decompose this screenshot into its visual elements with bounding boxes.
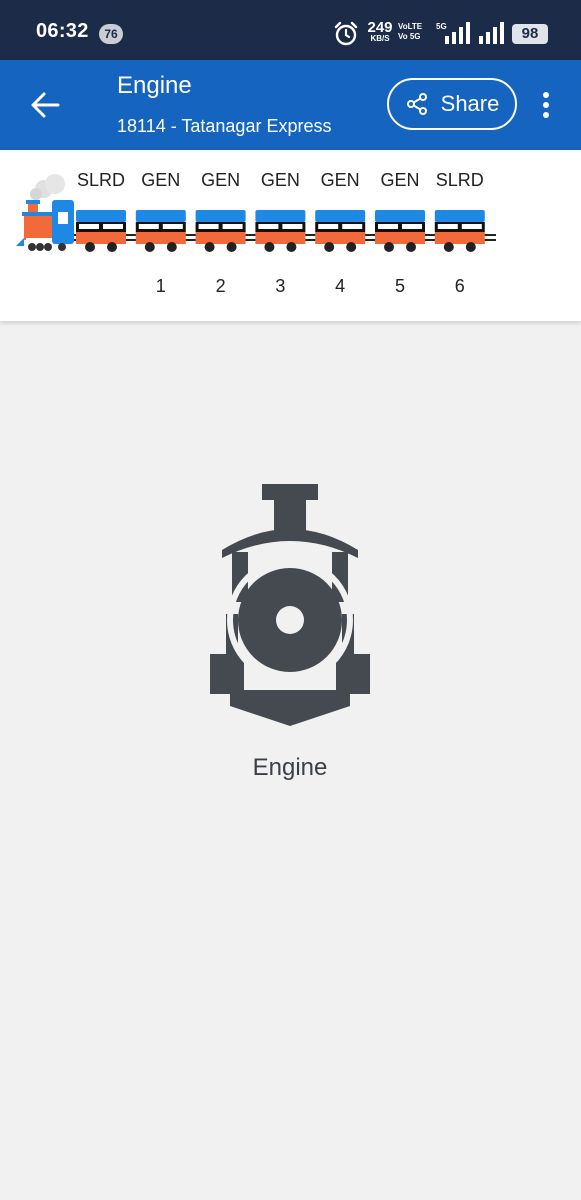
volte-line1: VoLTE <box>398 22 423 31</box>
coach-item[interactable] <box>254 206 306 252</box>
status-bar: 06:32 76 249 KB/S VoLTE Vo 5G 5G 98 <box>0 0 581 60</box>
coach-number-label: 2 <box>215 276 226 296</box>
share-button[interactable]: Share <box>387 78 517 130</box>
coach-type-label: SLRD <box>435 170 484 190</box>
net-speed-unit: KB/S <box>370 34 390 43</box>
notification-badge: 76 <box>99 24 123 44</box>
coach-number-label: 5 <box>394 276 405 296</box>
net-speed: 249 KB/S <box>364 20 396 43</box>
battery-indicator: 98 <box>512 24 548 44</box>
train-subtitle: 18114 - Tatanagar Express <box>117 116 332 136</box>
coach-number-label: 6 <box>454 276 465 296</box>
volte-indicator: VoLTE Vo 5G <box>398 22 422 42</box>
coach-item[interactable] <box>374 206 426 252</box>
more-vert-icon <box>543 92 549 118</box>
signal-icon <box>479 22 504 44</box>
coach-item[interactable] <box>195 206 247 252</box>
coach-type-label: SLRD <box>76 170 125 190</box>
engine-coach[interactable] <box>14 178 76 252</box>
back-button[interactable] <box>22 84 68 126</box>
coach-number-label: 4 <box>335 276 346 296</box>
alarm-icon <box>334 21 358 46</box>
coach-number-label: 1 <box>155 276 166 296</box>
coach-composition: SLRD GEN 1 GEN 2 GEN 3 GEN 4 GEN 5 SLRD 6 <box>0 150 581 321</box>
coach-type-label: GEN <box>380 170 420 190</box>
arrow-back-icon <box>31 92 60 118</box>
coach-number-label: 3 <box>275 276 286 296</box>
share-icon <box>406 93 427 115</box>
app-bar: Engine 18114 - Tatanagar Express Share <box>0 60 581 150</box>
coach-type-label: GEN <box>201 170 241 190</box>
locomotive-icon <box>210 484 370 726</box>
coach-type-label: GEN <box>320 170 360 190</box>
net-speed-value: 249 <box>367 19 393 36</box>
volte-line2: Vo 5G <box>398 32 421 41</box>
signal-icon <box>445 22 470 44</box>
coach-item[interactable] <box>135 206 187 252</box>
page-title: Engine <box>117 72 192 99</box>
selected-coach-label: Engine <box>252 754 328 781</box>
coach-item[interactable] <box>75 206 127 252</box>
coach-type-label: GEN <box>260 170 300 190</box>
coach-item[interactable] <box>314 206 366 252</box>
status-time: 06:32 <box>36 20 89 42</box>
share-label: Share <box>440 91 500 116</box>
coach-type-label: GEN <box>141 170 181 190</box>
more-options-button[interactable] <box>534 86 558 124</box>
coach-item[interactable] <box>434 206 486 252</box>
